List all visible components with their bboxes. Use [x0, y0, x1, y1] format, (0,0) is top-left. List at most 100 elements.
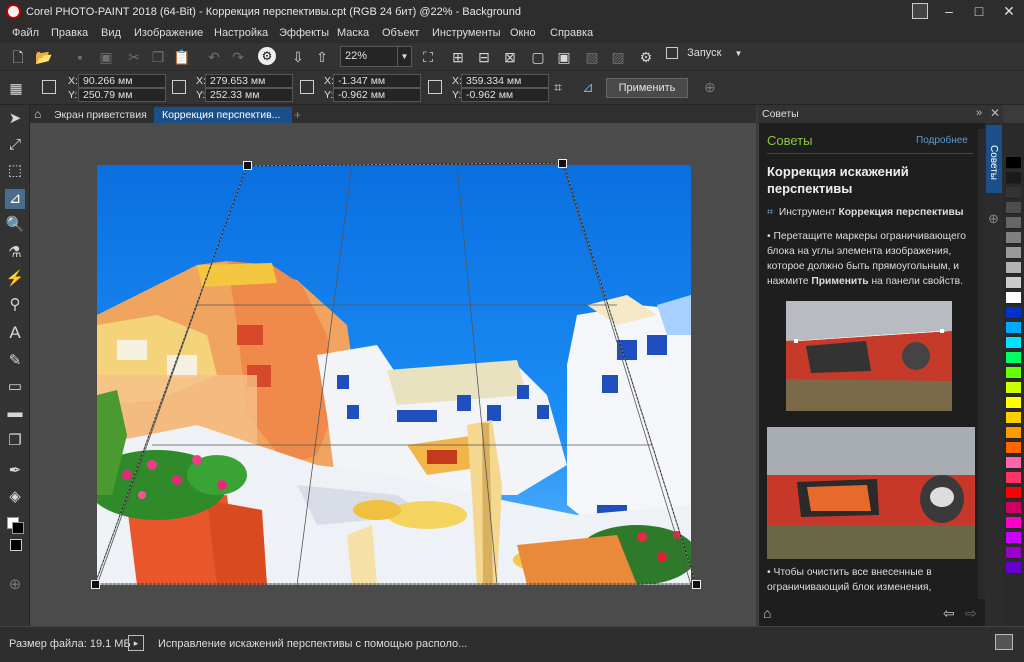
redo-icon[interactable]: ↷ — [228, 47, 248, 67]
pos1-x-field[interactable]: 90.266 мм — [78, 74, 166, 88]
handle-bottom-left[interactable] — [91, 580, 100, 589]
new-tab-icon[interactable]: + — [294, 108, 301, 122]
menu-image[interactable]: Изображение — [134, 27, 203, 39]
dropper-tool-icon[interactable]: ⚲ — [5, 295, 25, 315]
forward-arrow-icon[interactable]: ⇨ — [965, 605, 977, 622]
color-proof-icon[interactable] — [995, 634, 1013, 650]
menu-adjust[interactable]: Настройка — [214, 27, 268, 39]
palette-swatch[interactable] — [1006, 307, 1021, 319]
eyedropper-tool-icon[interactable]: ✒ — [5, 461, 25, 481]
pos3-y-field[interactable]: -0.962 мм — [333, 88, 421, 102]
palette-swatch[interactable] — [1006, 427, 1021, 439]
perspective-bounding-box[interactable] — [90, 158, 702, 592]
add-docker-icon[interactable]: ⊕ — [988, 211, 999, 227]
reset-colors-icon[interactable] — [10, 539, 22, 551]
palette-swatch[interactable] — [1006, 292, 1021, 304]
add-icon[interactable]: ⊕ — [700, 77, 720, 97]
cut-icon[interactable]: ✂ — [124, 47, 144, 67]
pos2-y-field[interactable]: 252.33 мм — [205, 88, 293, 102]
docker-tab-tips[interactable]: Советы — [986, 125, 1002, 193]
handle-top-left[interactable] — [243, 161, 252, 170]
palette-swatch[interactable] — [1006, 157, 1021, 169]
zoom-select[interactable]: 22% ▼ — [340, 46, 412, 67]
home-icon[interactable]: ⌂ — [34, 108, 46, 120]
tips-scrollbar[interactable] — [978, 129, 985, 599]
palette-swatch[interactable] — [1006, 457, 1021, 469]
launch-dropdown[interactable]: Запуск ▼ — [666, 47, 742, 67]
palette-swatch[interactable] — [1006, 232, 1021, 244]
status-toggle-icon[interactable]: ▸ — [128, 635, 144, 651]
account-icon[interactable] — [912, 3, 928, 19]
palette-swatch[interactable] — [1006, 337, 1021, 349]
palette-swatch[interactable] — [1006, 352, 1021, 364]
pick-tool-icon[interactable]: ➤ — [5, 109, 25, 129]
corel-connect-icon[interactable]: ⚙ — [258, 47, 276, 65]
palette-swatch[interactable] — [1006, 517, 1021, 529]
palette-swatch[interactable] — [1006, 487, 1021, 499]
save-icon[interactable]: ▪ — [70, 47, 90, 67]
zoom-tool-icon[interactable]: 🔍 — [5, 215, 25, 235]
palette-swatch[interactable] — [1006, 262, 1021, 274]
paste-icon[interactable]: 📋 — [172, 47, 192, 67]
pos4-x-field[interactable]: 359.334 мм — [461, 74, 549, 88]
palette-swatch[interactable] — [1006, 547, 1021, 559]
fill-tool-icon[interactable]: ◈ — [5, 487, 25, 507]
pos3-x-field[interactable]: -1.347 мм — [333, 74, 421, 88]
copy-icon[interactable]: ❐ — [148, 47, 168, 67]
close-doc-icon[interactable]: ▣ — [96, 47, 116, 67]
palette-swatch[interactable] — [1006, 187, 1021, 199]
palette-swatch[interactable] — [1006, 247, 1021, 259]
perspective-reset-icon[interactable]: ⊿ — [578, 77, 598, 97]
mask-tool-icon[interactable]: ⬚ — [5, 161, 25, 181]
add-tool-icon[interactable]: ⊕ — [5, 575, 25, 595]
perspective-tool-icon[interactable]: ⊿ — [5, 189, 25, 209]
menu-help[interactable]: Справка — [550, 27, 593, 39]
palette-swatch[interactable] — [1006, 532, 1021, 544]
menu-view[interactable]: Вид — [101, 27, 121, 39]
clone-tool-icon[interactable]: ⚗ — [5, 243, 25, 263]
palette-swatch[interactable] — [1006, 277, 1021, 289]
eraser-tool-icon[interactable]: ▬ — [5, 403, 25, 423]
paint-tool-icon[interactable]: ✎ — [5, 351, 25, 371]
object-icon-2[interactable]: ▣ — [554, 47, 574, 67]
docker-close-icon[interactable]: ✕ — [990, 106, 1000, 120]
tab-welcome[interactable]: Экран приветствия — [46, 107, 155, 123]
palette-swatch[interactable] — [1006, 172, 1021, 184]
import-icon[interactable]: ⇩ — [288, 47, 308, 67]
palette-swatch[interactable] — [1006, 367, 1021, 379]
undo-icon[interactable]: ↶ — [204, 47, 224, 67]
docker-expand-icon[interactable]: » — [976, 107, 982, 119]
back-arrow-icon[interactable]: ⇦ — [943, 605, 955, 622]
shadow-tool-icon[interactable]: ❐ — [5, 431, 25, 451]
fill-color-swatch[interactable] — [12, 522, 24, 534]
pos1-y-field[interactable]: 250.79 мм — [78, 88, 166, 102]
menu-edit[interactable]: Правка — [51, 27, 88, 39]
rectangle-tool-icon[interactable]: ▭ — [5, 377, 25, 397]
minimize-button[interactable]: – — [934, 0, 964, 24]
new-document-icon[interactable]: 🗋 — [8, 47, 28, 67]
palette-swatch[interactable] — [1006, 562, 1021, 574]
more-link[interactable]: Подробнее — [916, 135, 968, 146]
pos2-x-field[interactable]: 279.653 мм — [205, 74, 293, 88]
object-icon-3[interactable]: ▧ — [582, 47, 602, 67]
palette-swatch[interactable] — [1006, 322, 1021, 334]
zoom-fit-icon[interactable]: ⛶ — [418, 47, 438, 67]
tab-perspective[interactable]: Коррекция перспектив... — [154, 107, 292, 123]
crop-icon[interactable]: ⌗ — [548, 77, 568, 97]
transform-tool-icon[interactable]: ⤢ — [5, 135, 25, 155]
palette-swatch[interactable] — [1006, 397, 1021, 409]
export-icon[interactable]: ⇧ — [312, 47, 332, 67]
object-icon-4[interactable]: ▨ — [608, 47, 628, 67]
pos4-y-field[interactable]: -0.962 мм — [461, 88, 549, 102]
apply-button[interactable]: Применить — [606, 78, 688, 98]
close-button[interactable]: ✕ — [994, 0, 1024, 24]
palette-swatch[interactable] — [1006, 217, 1021, 229]
maximize-button[interactable]: □ — [964, 0, 994, 24]
mask-icon-2[interactable]: ⊟ — [474, 47, 494, 67]
menu-window[interactable]: Окно — [510, 27, 536, 39]
menu-object[interactable]: Объект — [382, 27, 419, 39]
handle-top-right[interactable] — [558, 159, 567, 168]
options-gear-icon[interactable]: ⚙ — [636, 47, 656, 67]
palette-swatch[interactable] — [1006, 472, 1021, 484]
palette-swatch[interactable] — [1006, 202, 1021, 214]
